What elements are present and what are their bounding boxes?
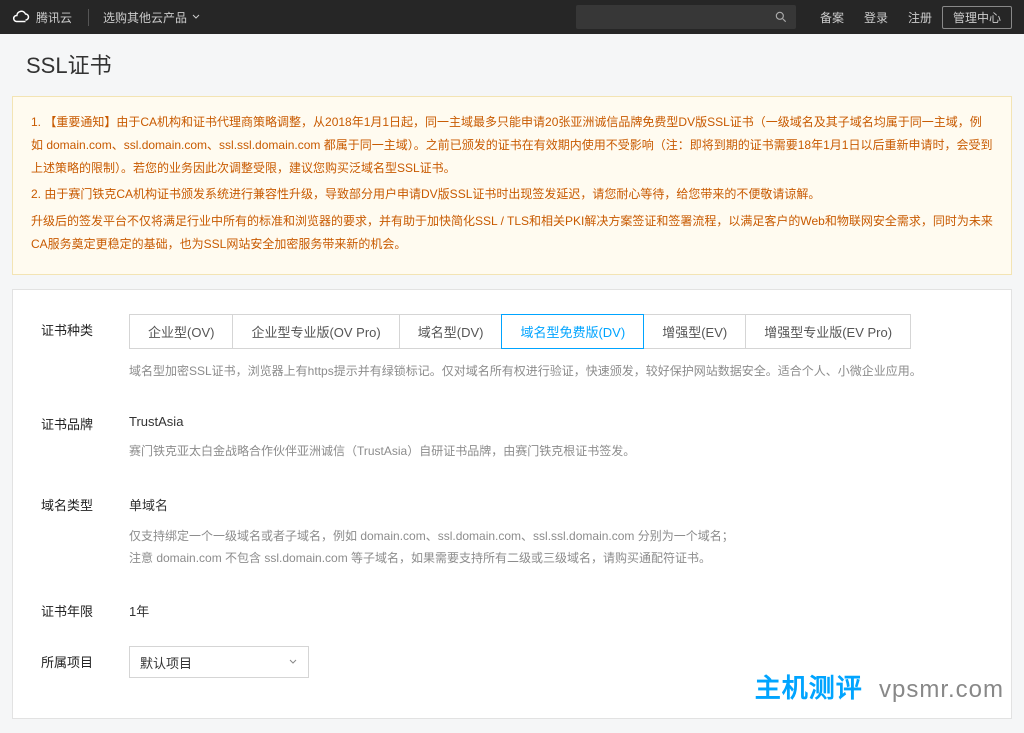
brand-logo[interactable]: 腾讯云 bbox=[12, 8, 72, 26]
brand-name: 腾讯云 bbox=[36, 9, 72, 26]
topbar: 腾讯云 选购其他云产品 备案 登录 注册 管理中心 bbox=[0, 0, 1024, 34]
product-switcher-label: 选购其他云产品 bbox=[103, 9, 187, 26]
label-cert-type: 证书种类 bbox=[41, 314, 129, 339]
login-link[interactable]: 登录 bbox=[864, 9, 888, 26]
console-button[interactable]: 管理中心 bbox=[942, 6, 1012, 29]
label-period: 证书年限 bbox=[41, 595, 129, 620]
label-domain-type: 域名类型 bbox=[41, 489, 129, 514]
cert-type-desc: 域名型加密SSL证书，浏览器上有https提示并有绿锁标记。仅对域名所有权进行验… bbox=[129, 361, 983, 383]
tab-ev[interactable]: 增强型(EV) bbox=[643, 314, 746, 349]
cert-type-tabs: 企业型(OV) 企业型专业版(OV Pro) 域名型(DV) 域名型免费版(DV… bbox=[129, 314, 983, 349]
cloud-icon bbox=[12, 8, 30, 26]
brand-value: TrustAsia bbox=[129, 408, 983, 429]
search-icon bbox=[774, 10, 788, 24]
product-switcher[interactable]: 选购其他云产品 bbox=[88, 9, 201, 26]
tab-dv[interactable]: 域名型(DV) bbox=[399, 314, 503, 349]
project-select[interactable]: 默认项目 bbox=[129, 646, 309, 678]
tab-ev-pro[interactable]: 增强型专业版(EV Pro) bbox=[745, 314, 911, 349]
tab-ov[interactable]: 企业型(OV) bbox=[129, 314, 233, 349]
label-brand: 证书品牌 bbox=[41, 408, 129, 433]
notice-line-2: 2. 由于赛门铁克CA机构证书颁发系统进行兼容性升级，导致部分用户申请DV版SS… bbox=[31, 183, 993, 206]
chevron-down-icon bbox=[191, 12, 201, 22]
notice-banner: 1. 【重要通知】由于CA机构和证书代理商策略调整，从2018年1月1日起，同一… bbox=[12, 96, 1012, 275]
row-brand: 证书品牌 TrustAsia 赛门铁克亚太白金战略合作伙伴亚洲诚信（TrustA… bbox=[41, 408, 983, 463]
search-input[interactable] bbox=[576, 5, 796, 29]
tab-ov-pro[interactable]: 企业型专业版(OV Pro) bbox=[232, 314, 399, 349]
beian-link[interactable]: 备案 bbox=[820, 9, 844, 26]
chevron-down-icon bbox=[288, 657, 298, 667]
cert-form: 证书种类 企业型(OV) 企业型专业版(OV Pro) 域名型(DV) 域名型免… bbox=[12, 289, 1012, 719]
tab-dv-free[interactable]: 域名型免费版(DV) bbox=[501, 314, 644, 349]
watermark: 主机测评 vpsmr.com bbox=[755, 668, 1004, 705]
watermark-cn: 主机测评 bbox=[755, 673, 863, 703]
row-cert-type: 证书种类 企业型(OV) 企业型专业版(OV Pro) 域名型(DV) 域名型免… bbox=[41, 314, 983, 383]
page-title: SSL证书 bbox=[0, 34, 1024, 96]
domain-desc-line1: 仅支持绑定一个一级域名或者子域名，例如 domain.com、ssl.domai… bbox=[129, 529, 734, 543]
row-domain-type: 域名类型 单域名 仅支持绑定一个一级域名或者子域名，例如 domain.com、… bbox=[41, 489, 983, 569]
period-value: 1年 bbox=[129, 595, 983, 620]
label-project: 所属项目 bbox=[41, 646, 129, 671]
notice-line-1: 1. 【重要通知】由于CA机构和证书代理商策略调整，从2018年1月1日起，同一… bbox=[31, 111, 993, 179]
register-link[interactable]: 注册 bbox=[908, 9, 932, 26]
domain-type-value: 单域名 bbox=[129, 489, 983, 514]
notice-line-3: 升级后的签发平台不仅将满足行业中所有的标准和浏览器的要求，并有助于加快简化SSL… bbox=[31, 210, 993, 256]
brand-desc: 赛门铁克亚太白金战略合作伙伴亚洲诚信（TrustAsia）自研证书品牌，由赛门铁… bbox=[129, 441, 983, 463]
project-selected: 默认项目 bbox=[140, 653, 192, 672]
row-period: 证书年限 1年 bbox=[41, 595, 983, 620]
domain-desc-line2: 注意 domain.com 不包含 ssl.domain.com 等子域名，如果… bbox=[129, 551, 711, 565]
domain-type-desc: 仅支持绑定一个一级域名或者子域名，例如 domain.com、ssl.domai… bbox=[129, 526, 983, 569]
watermark-en: vpsmr.com bbox=[879, 676, 1004, 703]
